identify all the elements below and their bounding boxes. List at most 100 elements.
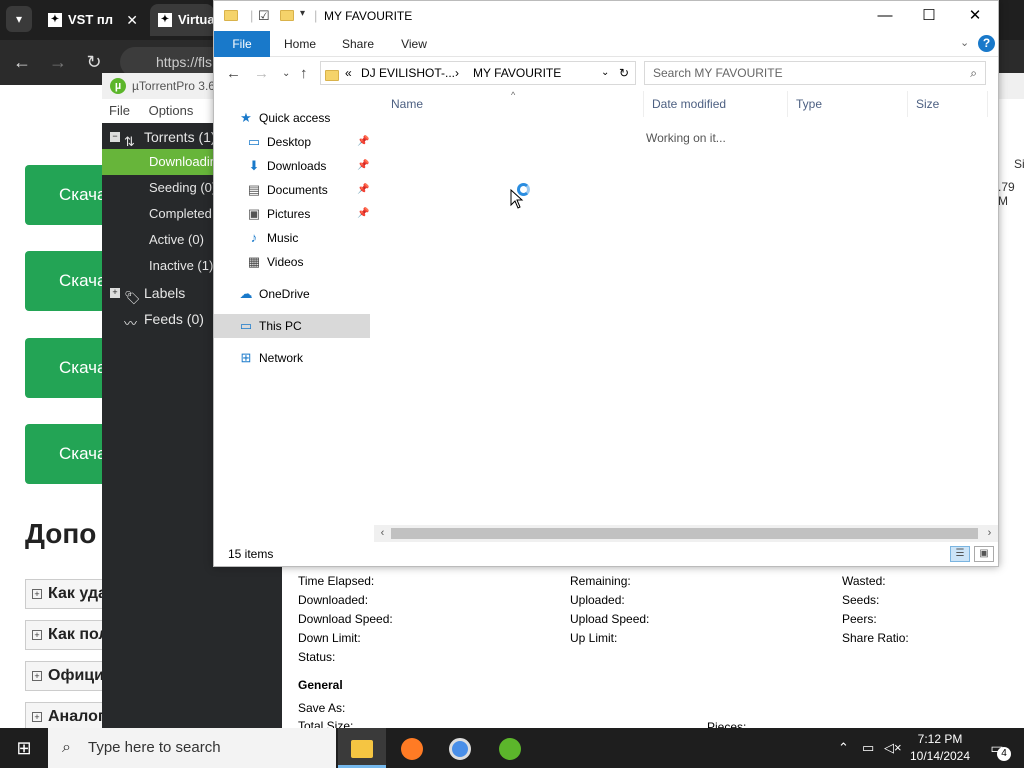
sidebar-item-label: Active (0) [149,232,204,247]
expand-ribbon-icon[interactable]: ⌄ [960,36,969,49]
pin-icon: 📌 [357,208,370,219]
column-label: Name [391,97,424,111]
help-icon[interactable]: ? [978,35,995,52]
download-button-label: Скача [59,271,107,290]
nav-label: Documents [267,183,328,197]
horizontal-scrollbar[interactable]: ‹ › [374,525,998,542]
tab-view[interactable]: View [390,31,438,57]
nav-videos[interactable]: ▦ Videos [214,250,370,274]
nav-label: OneDrive [259,287,310,301]
menu-file[interactable]: File [109,103,130,118]
chrome-taskbar-icon[interactable] [436,728,484,768]
info-download-speed: Download Speed: [298,612,393,626]
column-header-type[interactable]: Type [788,91,908,117]
refresh-icon[interactable]: ↻ [619,62,629,84]
search-placeholder: Search MY FAVOURITE [653,66,783,80]
notification-center-icon[interactable]: ▭ 4 [982,728,1012,768]
back-arrow-icon[interactable]: ← [10,50,34,74]
pin-icon: 📌 [357,184,370,195]
plus-icon: + [32,630,42,640]
size-value: .79 M [998,180,1015,208]
tab-home[interactable]: Home [276,31,324,57]
search-input[interactable]: Search MY FAVOURITE ⌕ [644,61,986,85]
close-icon[interactable]: ✕ [952,1,998,31]
window-title: MY FAVOURITE [324,9,413,23]
properties-icon[interactable]: ☑ [258,8,270,24]
video-icon: ▦ [247,254,261,269]
expand-icon[interactable]: + [110,288,120,298]
back-arrow-icon[interactable]: ← [226,65,241,82]
firefox-taskbar-icon[interactable] [388,728,436,768]
menu-options[interactable]: Options [149,103,194,118]
scroll-right-icon[interactable]: › [981,525,998,542]
address-overflow[interactable]: « [345,62,352,84]
browser-tab-1-label: VST пл [68,12,114,27]
tab-favicon: ✦ [48,13,62,27]
nav-onedrive[interactable]: ☁ OneDrive [214,282,370,306]
scrollbar-thumb[interactable] [391,528,978,539]
volume-muted-icon[interactable]: ◁× [884,728,902,768]
tab-search-button[interactable]: ▾ [6,6,32,32]
details-view-icon[interactable]: ☰ [950,546,970,562]
busy-spinner-icon [517,183,530,196]
breadcrumb-segment[interactable]: DJ EVILISHOT-... [361,62,455,84]
info-uploaded: Uploaded: [570,593,625,607]
info-remaining: Remaining: [570,574,631,588]
browser-tab-1[interactable]: ✦ VST пл ✕ [40,4,146,36]
customize-quick-access-icon[interactable]: ▾ [300,8,305,19]
tab-share[interactable]: Share [334,31,382,57]
nav-label: Pictures [267,207,311,221]
nav-this-pc[interactable]: ▭ This PC [214,314,370,338]
utorrent-logo-icon: µ [110,78,126,94]
url-text: https://fls [156,54,213,70]
network-icon[interactable]: ▭ [862,728,874,768]
system-clock[interactable]: 7:12 PM 10/14/2024 [902,731,978,765]
recent-locations-icon[interactable]: ⌄ [282,68,290,79]
accordion-label: Офици [48,667,104,684]
file-explorer-window: | ☑ ▾ | MY FAVOURITE — ☐ ✕ File Home Sha… [213,0,999,567]
collapse-icon[interactable]: − [110,132,120,142]
nav-downloads[interactable]: ⬇ Downloads 📌 [214,154,370,178]
scroll-left-icon[interactable]: ‹ [374,525,391,542]
taskbar: ⊞ ⌕ Type here to search ⌃ ▭ ◁× 7:12 PM 1… [0,728,1024,768]
nav-pictures[interactable]: ▣ Pictures 📌 [214,202,370,226]
new-folder-icon[interactable] [280,8,294,23]
tab-file[interactable]: File [214,31,270,57]
folder-icon [224,8,238,23]
address-dropdown-icon[interactable]: ⌄ [601,62,609,84]
browser-tab-2[interactable]: ✦ Virtua [150,4,214,36]
maximize-icon[interactable]: ☐ [906,1,952,31]
nav-desktop[interactable]: ▭ Desktop 📌 [214,130,370,154]
breadcrumb-separator[interactable]: › [455,62,459,84]
nav-documents[interactable]: ▤ Documents 📌 [214,178,370,202]
column-header-name[interactable]: Name ^ [383,90,644,117]
large-icons-view-icon[interactable]: ▣ [974,546,994,562]
reload-icon[interactable]: ↻ [82,50,106,74]
explorer-titlebar: | ☑ ▾ | MY FAVOURITE — ☐ ✕ [214,1,998,31]
column-header-date-modified[interactable]: Date modified [644,91,788,117]
nav-quick-access[interactable]: ★ Quick access [214,106,370,130]
address-bar[interactable]: « DJ EVILISHOT-... › MY FAVOURITE ⌄ ↻ [320,61,636,85]
network-icon: ⊞ [240,350,252,365]
nav-network[interactable]: ⊞ Network [214,346,370,370]
desktop-icon: ▭ [247,134,261,149]
column-header-size[interactable]: Size [908,91,988,117]
forward-arrow-icon[interactable]: → [46,50,70,74]
nav-label: Music [267,231,299,245]
forward-arrow-icon[interactable]: → [254,65,269,82]
utorrent-taskbar-icon[interactable] [486,728,534,768]
tab-close-icon[interactable]: ✕ [126,4,138,36]
windows-start-icon[interactable]: ⊞ [0,728,48,768]
nav-music[interactable]: ♪ Music [214,226,370,250]
file-explorer-taskbar-icon[interactable] [338,728,386,768]
size-column-header[interactable]: Si [1014,157,1024,171]
clock-date: 10/14/2024 [909,749,971,763]
pin-icon: 📌 [357,136,370,147]
breadcrumb-segment[interactable]: MY FAVOURITE [473,62,561,84]
up-arrow-icon[interactable]: ↑ [300,65,308,82]
show-hidden-icons-icon[interactable]: ⌃ [838,728,849,768]
download-button-label: Скача [59,358,107,377]
minimize-icon[interactable]: — [862,1,908,31]
taskbar-search-input[interactable]: ⌕ Type here to search [48,728,336,768]
info-seeds: Seeds: [842,593,880,607]
